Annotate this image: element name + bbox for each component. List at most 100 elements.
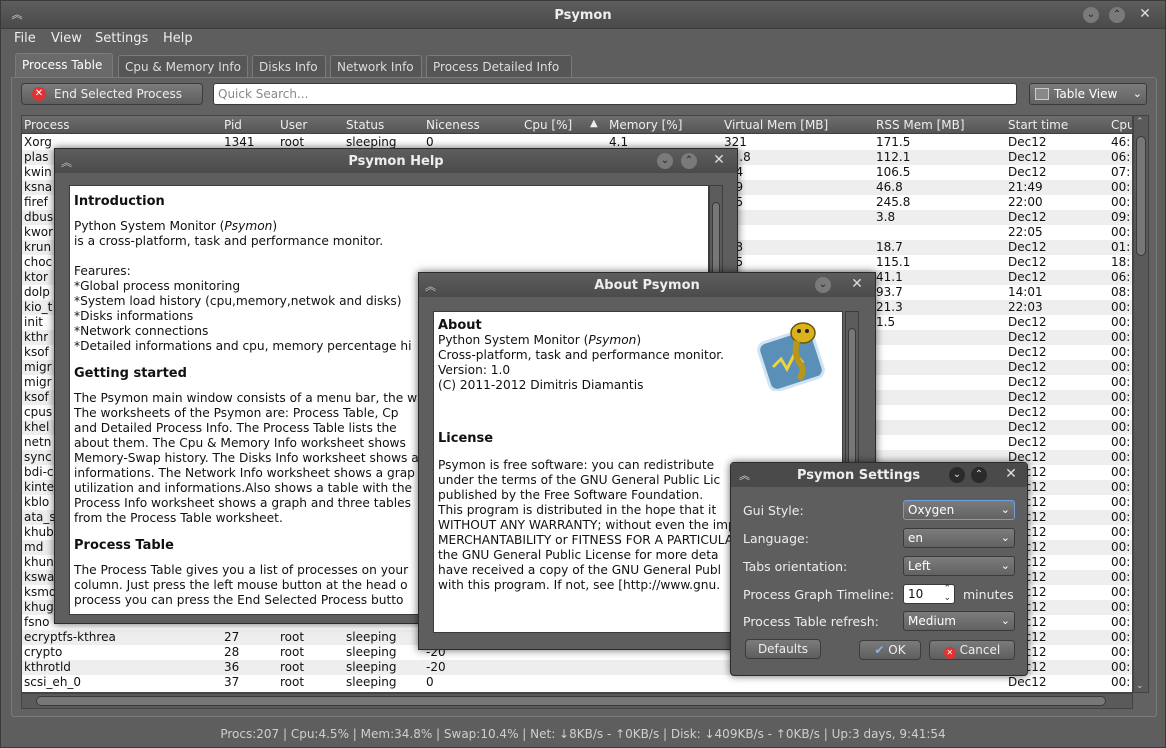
table-cell: 00:: [1111, 645, 1131, 659]
gui-style-label: Gui Style:: [743, 503, 804, 518]
scroll-down-icon[interactable]: ⌄: [1136, 681, 1144, 691]
table-cell: Dec12: [1008, 375, 1047, 389]
table-cell: 115.1: [876, 255, 911, 269]
tabs-orientation-select[interactable]: Left ⌄: [903, 556, 1015, 576]
horizontal-scroll-thumb[interactable]: [36, 696, 1106, 706]
cancel-button[interactable]: ✕ Cancel: [929, 640, 1015, 660]
table-cell: root: [280, 645, 305, 659]
table-cell: dbus: [24, 210, 54, 224]
table-cell: 106.5: [876, 165, 911, 179]
table-vertical-scrollbar[interactable]: ⌃ ⌄: [1133, 115, 1149, 693]
maximize-icon[interactable]: ⌃: [681, 153, 697, 169]
table-cell: 37: [224, 675, 240, 689]
main-titlebar[interactable]: ︽ Psymon ⌄ ⌃ ✕: [1, 1, 1165, 29]
cancel-label: Cancel: [959, 643, 1001, 657]
minimize-icon[interactable]: ⌄: [815, 277, 831, 293]
vertical-scroll-thumb[interactable]: [1136, 136, 1146, 256]
table-cell: 00:: [1111, 330, 1131, 344]
table-cell: 00:: [1111, 390, 1131, 404]
menu-view[interactable]: View: [51, 31, 82, 46]
table-cell: 0: [426, 135, 434, 149]
quick-search-input[interactable]: Quick Search...: [213, 83, 1017, 105]
tab-cpu-memory[interactable]: Cpu & Memory Info: [118, 55, 248, 77]
timeline-spinbox[interactable]: 10 ⌃ ⌄: [903, 584, 955, 604]
tab-process-detailed[interactable]: Process Detailed Info: [426, 55, 572, 77]
table-cell: root: [280, 660, 305, 674]
view-select[interactable]: Table View ⌄: [1029, 83, 1147, 105]
close-icon[interactable]: ✕: [1003, 466, 1019, 482]
minimize-icon[interactable]: ⌄: [949, 467, 965, 483]
menu-file[interactable]: File: [14, 31, 36, 46]
refresh-select[interactable]: Medium ⌄: [903, 611, 1015, 631]
col-start-time[interactable]: Start time: [1008, 118, 1068, 132]
table-cell: kthr: [24, 330, 49, 344]
status-bar: Procs:207 | Cpu:4.5% | Mem:34.8% | Swap:…: [220, 727, 946, 741]
close-icon[interactable]: ✕: [711, 152, 727, 168]
close-icon[interactable]: ✕: [849, 276, 865, 292]
col-process[interactable]: Process: [24, 118, 70, 132]
table-cell: Dec12: [1008, 165, 1047, 179]
gui-style-select[interactable]: Oxygen ⌄: [903, 500, 1015, 520]
table-cell: 00:: [1111, 570, 1131, 584]
close-icon[interactable]: ✕: [1137, 6, 1153, 22]
tabs-orientation-label: Tabs orientation:: [743, 559, 848, 574]
table-cell: migr: [24, 360, 52, 374]
table-cell: 00:: [1111, 375, 1131, 389]
table-cell: 112.1: [876, 150, 911, 164]
tab-network[interactable]: Network Info: [330, 55, 422, 77]
table-cell: 00:: [1111, 585, 1131, 599]
table-cell: Dec12: [1008, 390, 1047, 404]
table-cell: 00:: [1111, 615, 1131, 629]
menu-settings[interactable]: Settings: [95, 31, 148, 46]
col-rss-mem[interactable]: RSS Mem [MB]: [876, 118, 965, 132]
table-cell: 21:49: [1008, 180, 1043, 194]
chevron-down-icon: ⌄: [1000, 614, 1010, 627]
col-cpu[interactable]: Cpu [%]: [524, 118, 572, 132]
end-process-button[interactable]: ✕ End Selected Process: [21, 83, 203, 105]
minimize-icon[interactable]: ⌄: [1083, 7, 1099, 23]
table-cell: 46:: [1111, 135, 1131, 149]
tab-process-table[interactable]: Process Table: [15, 53, 113, 77]
table-cell: 0: [426, 675, 434, 689]
col-memory[interactable]: Memory [%]: [609, 118, 682, 132]
col-user[interactable]: User: [280, 118, 307, 132]
col-virtual-mem[interactable]: Virtual Mem [MB]: [724, 118, 828, 132]
about-titlebar[interactable]: ︽ About Psymon ⌄ ✕: [419, 273, 875, 297]
ok-button[interactable]: ✔ OK: [859, 640, 921, 660]
table-row[interactable]: scsi_eh_0 37 root sleeping 0 Dec12 00:: [22, 675, 1132, 690]
col-pid[interactable]: Pid: [224, 118, 242, 132]
settings-dialog: ︽ Psymon Settings ⌄ ⌃ ✕ Gui Style: Oxyge…: [730, 462, 1028, 676]
timeline-label: Process Graph Timeline:: [743, 587, 895, 602]
table-cell: netn: [24, 435, 52, 449]
defaults-button[interactable]: Defaults: [745, 639, 821, 659]
table-cell: 01:: [1111, 240, 1131, 254]
settings-titlebar[interactable]: ︽ Psymon Settings ⌄ ⌃ ✕: [731, 463, 1027, 487]
table-cell: cpus: [24, 405, 53, 419]
maximize-icon[interactable]: ⌃: [971, 467, 987, 483]
table-cell: 00:: [1111, 600, 1131, 614]
table-horizontal-scrollbar[interactable]: [21, 693, 1133, 709]
scroll-up-icon[interactable]: ⌃: [1136, 117, 1144, 127]
maximize-icon[interactable]: ⌃: [1109, 7, 1125, 23]
table-cell: khub: [24, 525, 54, 539]
minimize-icon[interactable]: ⌄: [657, 153, 673, 169]
table-cell: sleeping: [346, 660, 397, 674]
col-niceness[interactable]: Niceness: [426, 118, 480, 132]
table-cell: 36: [224, 660, 240, 674]
language-select[interactable]: en ⌄: [903, 528, 1015, 548]
table-cell: 00:: [1111, 405, 1131, 419]
cancel-icon: ✕: [943, 647, 956, 659]
menu-help[interactable]: Help: [163, 31, 193, 46]
table-cell: init: [24, 315, 43, 329]
col-status[interactable]: Status: [346, 118, 384, 132]
ok-label: OK: [888, 643, 906, 657]
help-titlebar[interactable]: ︽ Psymon Help ⌄ ⌃ ✕: [55, 149, 737, 173]
table-cell: scsi_eh_0: [24, 675, 82, 689]
window-menu-icon[interactable]: ︽: [739, 467, 750, 483]
table-cell: root: [280, 630, 305, 644]
table-cell: dolp: [24, 285, 50, 299]
col-cpu-time[interactable]: Cpu: [1111, 118, 1132, 132]
spin-arrows-icon[interactable]: ⌃ ⌄: [943, 585, 951, 603]
table-cell: 22:00: [1008, 195, 1043, 209]
tab-disks[interactable]: Disks Info: [252, 55, 326, 77]
